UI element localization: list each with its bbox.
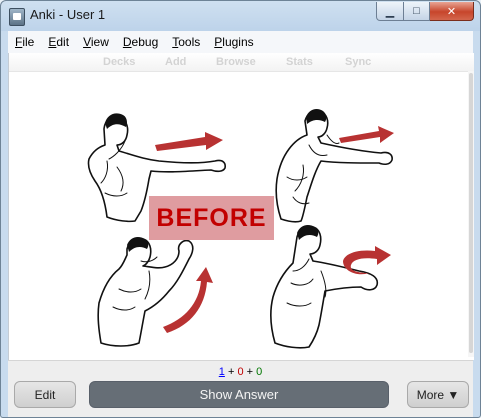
menu-debug[interactable]: Debug (116, 35, 165, 49)
menu-tools[interactable]: Tools (165, 35, 207, 49)
review-count: 0 (256, 366, 263, 378)
fighter-hook-figure (270, 225, 391, 349)
minimize-button[interactable]: ▁ (376, 2, 404, 21)
top-toolbar: Decks Add Browse Stats Sync (9, 53, 474, 72)
toolbar-sync-link[interactable]: Sync (345, 56, 371, 68)
fighter-uppercut-figure (97, 237, 213, 347)
anki-window: Anki - User 1 ▁ □ ✕ File Edit View Debug… (0, 0, 481, 418)
toolbar-browse-link[interactable]: Browse (216, 56, 256, 68)
fighter-cross-figure (275, 109, 394, 223)
menu-view[interactable]: View (76, 35, 116, 49)
toolbar-add-link[interactable]: Add (165, 56, 186, 68)
scrollbar-thumb[interactable] (469, 73, 473, 353)
window-controls: ▁ □ ✕ (376, 2, 474, 21)
menu-plugins[interactable]: Plugins (207, 35, 260, 49)
bottom-bar: 1 + 0 + 0 Edit Show Answer More ▼ (8, 360, 473, 417)
title-bar[interactable]: Anki - User 1 ▁ □ ✕ (1, 1, 480, 31)
toolbar-decks-link[interactable]: Decks (103, 56, 135, 68)
menu-bar: File Edit View Debug Tools Plugins (8, 31, 473, 54)
maximize-button[interactable]: □ (404, 2, 430, 21)
close-button[interactable]: ✕ (430, 2, 474, 21)
menu-file[interactable]: File (8, 35, 41, 49)
card-question: BEFORE (9, 71, 468, 360)
vertical-scrollbar[interactable] (468, 71, 474, 357)
due-counts: 1 + 0 + 0 (218, 366, 263, 378)
menu-edit[interactable]: Edit (41, 35, 76, 49)
before-label: BEFORE (156, 203, 267, 232)
before-label-box: BEFORE (149, 196, 274, 240)
show-answer-button[interactable]: Show Answer (89, 381, 389, 408)
edit-button[interactable]: Edit (14, 381, 76, 408)
more-button[interactable]: More ▼ (407, 381, 469, 408)
reviewer-area: Decks Add Browse Stats Sync BEFORE (8, 53, 474, 360)
window-title: Anki - User 1 (30, 7, 106, 22)
anki-app-icon (9, 8, 25, 26)
toolbar-stats-link[interactable]: Stats (286, 56, 313, 68)
